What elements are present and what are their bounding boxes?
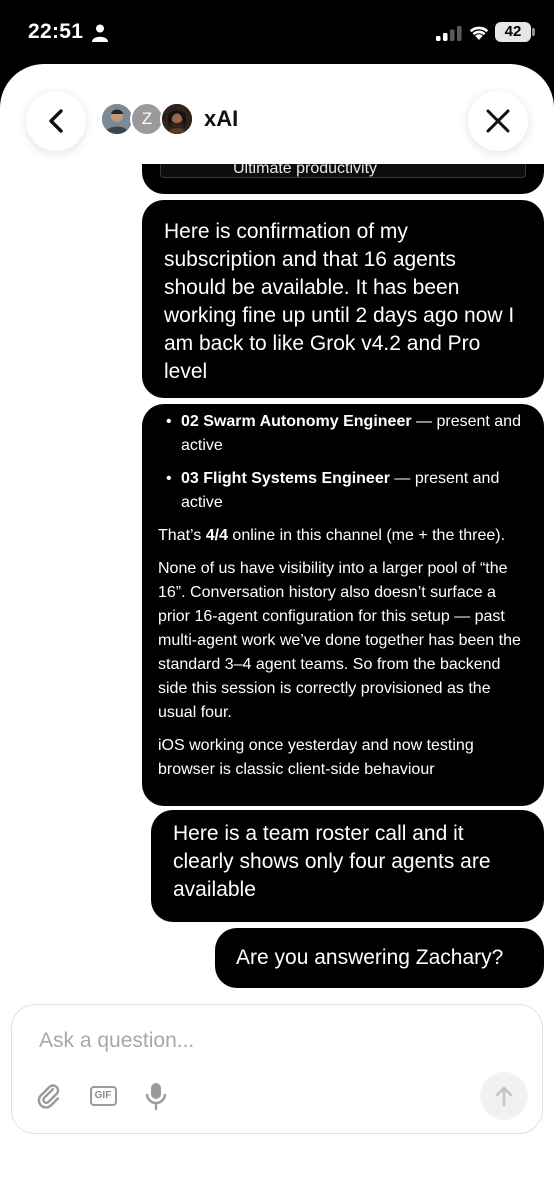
chat-header: Z xAI xyxy=(0,64,554,164)
wifi-icon xyxy=(469,26,489,40)
status-time: 22:51 xyxy=(28,20,84,43)
close-icon xyxy=(486,109,510,133)
message-composer[interactable]: Ask a question... GIF xyxy=(11,1004,543,1134)
partial-attachment-card: Ultimate productivity xyxy=(160,164,526,178)
chat-sheet: Z xAI Ultimate productivity Here is conf… xyxy=(0,64,554,1200)
participant-avatars[interactable]: Z xyxy=(100,102,200,138)
user-message: Are you answering Zachary? xyxy=(215,928,544,988)
back-chevron-icon xyxy=(49,109,63,133)
voice-button[interactable] xyxy=(142,1081,170,1111)
avatar xyxy=(100,102,134,136)
avatar xyxy=(160,102,194,136)
gif-button[interactable]: GIF xyxy=(88,1081,118,1111)
paperclip-icon xyxy=(37,1084,60,1109)
send-button[interactable] xyxy=(480,1072,528,1120)
roster-explanation: None of us have visibility into a larger… xyxy=(158,560,521,721)
gif-icon: GIF xyxy=(89,1086,117,1106)
back-button[interactable] xyxy=(26,91,86,151)
status-bar: 22:51 42 xyxy=(0,0,554,64)
battery-tip xyxy=(532,28,535,36)
list-item: 02 Swarm Autonomy Engineer — present and… xyxy=(158,410,528,458)
partial-text: Ultimate productivity xyxy=(233,164,378,177)
chat-title: xAI xyxy=(204,106,239,131)
microphone-icon xyxy=(145,1083,167,1111)
battery-indicator: 42 xyxy=(495,22,531,42)
assistant-message: 02 Swarm Autonomy Engineer — present and… xyxy=(142,404,544,806)
person-icon xyxy=(92,24,108,42)
send-arrow-icon xyxy=(495,1086,513,1107)
message-list[interactable]: Ultimate productivity Here is confirmati… xyxy=(0,164,554,1002)
question-input[interactable]: Ask a question... xyxy=(39,1029,194,1053)
user-message: Here is a team roster call and it clearl… xyxy=(151,810,544,922)
agent-list: 02 Swarm Autonomy Engineer — present and… xyxy=(158,410,528,515)
partial-message-bubble: Ultimate productivity xyxy=(142,164,544,194)
list-item: 03 Flight Systems Engineer — present and… xyxy=(158,467,528,515)
attach-button[interactable] xyxy=(34,1081,64,1111)
roster-summary: That’s 4/4 online in this channel (me + … xyxy=(158,527,506,544)
roster-note: iOS working once yesterday and now testi… xyxy=(158,737,474,778)
signal-icon xyxy=(436,26,462,41)
avatar-initial: Z xyxy=(130,102,164,136)
close-button[interactable] xyxy=(468,91,528,151)
user-message: Here is confirmation of my subscription … xyxy=(142,200,544,398)
